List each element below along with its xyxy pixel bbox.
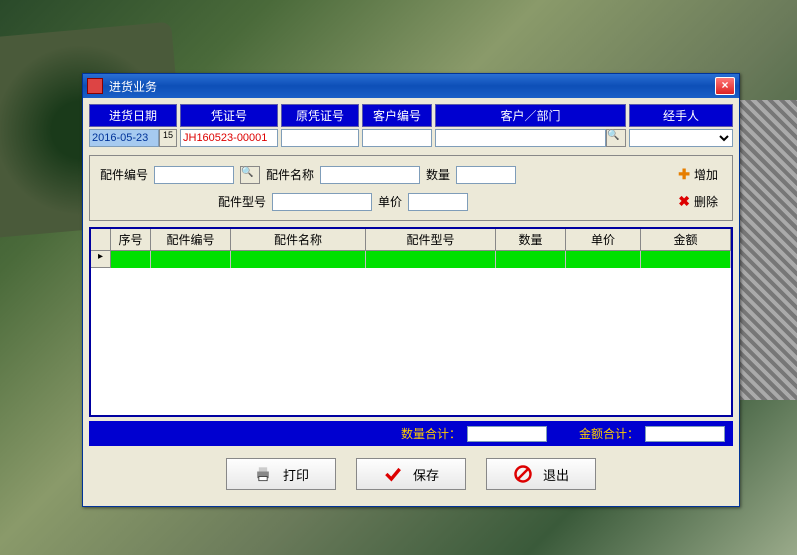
date-input[interactable] [89,129,159,147]
printer-icon [253,464,273,484]
cust-no-input[interactable] [362,129,432,147]
entry-panel: 配件编号 🔍 配件名称 数量 ✚ 增加 配件型号 单价 [89,155,733,221]
data-grid[interactable]: 序号 配件编号 配件名称 配件型号 数量 单价 金额 ▸ [89,227,733,417]
exit-button[interactable]: 退出 [486,458,596,490]
button-bar: 打印 保存 退出 [89,446,733,500]
print-button[interactable]: 打印 [226,458,336,490]
orig-voucher-input[interactable] [281,129,359,147]
active-row[interactable] [111,251,731,268]
plus-icon: ✚ [678,166,690,183]
row-indicator-icon: ▸ [91,251,111,268]
save-label: 保存 [413,465,439,484]
header-date: 进货日期 [89,104,177,127]
col-amount[interactable]: 金额 [641,229,731,250]
cust-dept-input[interactable] [435,129,606,147]
delete-button[interactable]: ✖ 删除 [674,191,722,212]
qty-label: 数量 [426,166,450,183]
titlebar[interactable]: 进货业务 × [83,74,739,98]
part-no-input[interactable] [154,166,234,184]
col-partno[interactable]: 配件编号 [151,229,231,250]
handler-select[interactable] [629,129,733,147]
qty-total-input[interactable] [467,426,547,442]
close-button[interactable]: × [715,77,735,95]
delete-label: 删除 [694,193,718,210]
qty-input[interactable] [456,166,516,184]
voucher-input[interactable] [180,129,278,147]
table-row[interactable]: ▸ [91,251,731,268]
grid-body[interactable]: ▸ [91,251,731,417]
header-cust-dept: 客户／部门 [435,104,626,127]
print-label: 打印 [283,465,309,484]
col-qty[interactable]: 数量 [496,229,566,250]
cust-lookup-button[interactable]: 🔍 [606,129,626,147]
x-icon: ✖ [678,193,690,210]
part-name-input[interactable] [320,166,420,184]
col-price[interactable]: 单价 [566,229,641,250]
add-label: 增加 [694,166,718,183]
no-entry-icon [513,464,533,484]
field-header-row: 进货日期 凭证号 原凭证号 客户编号 客户／部门 经手人 [89,104,733,127]
exit-label: 退出 [543,465,569,484]
save-button[interactable]: 保存 [356,458,466,490]
amount-total-label: 金额合计： [579,425,639,442]
col-seq[interactable]: 序号 [111,229,151,250]
amount-total-input[interactable] [645,426,725,442]
part-name-label: 配件名称 [266,166,314,183]
price-label: 单价 [378,193,402,210]
price-input[interactable] [408,193,468,211]
part-no-label: 配件编号 [100,166,148,183]
model-input[interactable] [272,193,372,211]
date-picker-button[interactable]: 15 [159,129,177,147]
col-model[interactable]: 配件型号 [366,229,496,250]
grid-header: 序号 配件编号 配件名称 配件型号 数量 单价 金额 [91,229,731,251]
col-partname[interactable]: 配件名称 [231,229,366,250]
header-orig-voucher: 原凭证号 [281,104,359,127]
app-icon [87,78,103,94]
dialog-window: 进货业务 × 进货日期 凭证号 原凭证号 客户编号 客户／部门 经手人 15 🔍 [82,73,740,507]
grid-corner [91,229,111,250]
content-area: 进货日期 凭证号 原凭证号 客户编号 客户／部门 经手人 15 🔍 [83,98,739,506]
header-handler: 经手人 [629,104,733,127]
header-voucher: 凭证号 [180,104,278,127]
totals-bar: 数量合计： 金额合计： [89,421,733,446]
window-title: 进货业务 [109,78,715,95]
qty-total-label: 数量合计： [401,425,461,442]
header-cust-no: 客户编号 [362,104,432,127]
check-icon [383,464,403,484]
model-label: 配件型号 [218,193,266,210]
part-lookup-button[interactable]: 🔍 [240,166,260,184]
add-button[interactable]: ✚ 增加 [674,164,722,185]
field-input-row: 15 🔍 [89,129,733,147]
